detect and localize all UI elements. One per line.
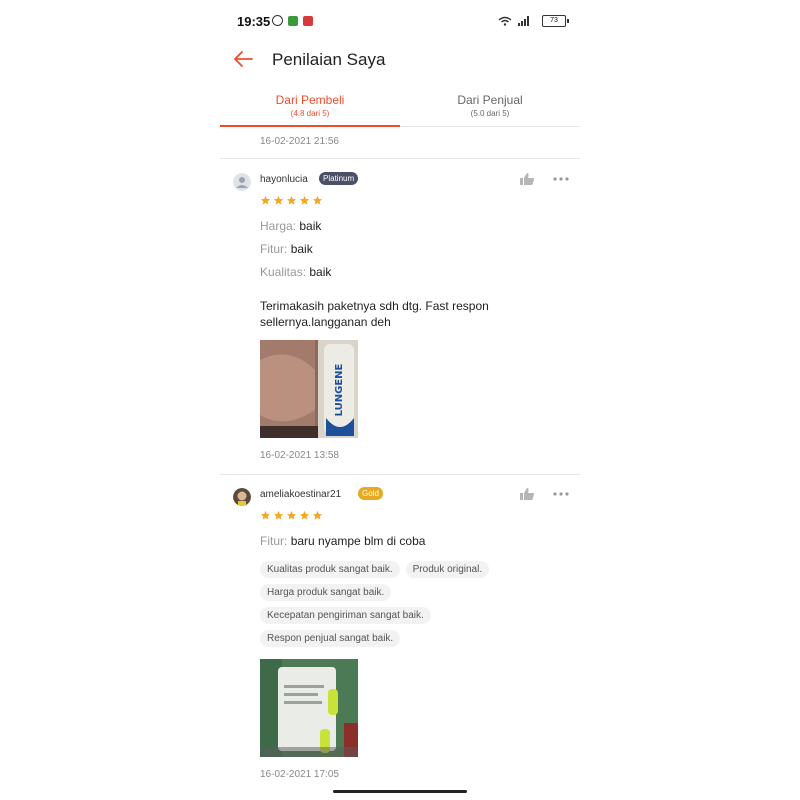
attribute-key: Harga: (260, 219, 297, 233)
attribute-key: Fitur: (260, 242, 288, 256)
review-tags: Kualitas produk sangat baik. Produk orig… (260, 561, 560, 647)
review-card: hayonlucia Platinum Harga: baik Fitur: b… (220, 158, 580, 474)
app-header: Penilaian Saya (220, 44, 580, 76)
star-icon (286, 195, 297, 205)
review-photo[interactable]: LUNGENE (260, 340, 358, 438)
tab-label: Dari Penjual (457, 93, 523, 107)
tab-label: Dari Pembeli (275, 93, 345, 107)
star-icon (312, 195, 323, 205)
tab-dari-penjual[interactable]: Dari Penjual (5.0 dari 5) (400, 86, 580, 126)
attribute-value: baik (290, 242, 313, 256)
review-tag: Harga produk sangat baik. (260, 584, 392, 601)
thumbs-up-icon[interactable] (519, 487, 535, 501)
star-icon (273, 510, 284, 520)
reviewer-username: hayonlucia (260, 174, 308, 185)
attribute-value: baik (299, 219, 322, 233)
review-card: ameliakoestinar21 Gold Fitur: baru nyamp… (220, 474, 580, 790)
star-icon (286, 510, 297, 520)
attribute-value: baik (309, 265, 332, 279)
tab-dari-pembeli[interactable]: Dari Pembeli (4.8 dari 5) (220, 86, 400, 127)
review-attribute: Kualitas: baik (260, 265, 331, 279)
review-tag: Kecepatan pengiriman sangat baik. (260, 607, 431, 624)
review-tag: Kualitas produk sangat baik. (260, 561, 400, 578)
review-tag: Respon penjual sangat baik. (260, 630, 401, 647)
review-comment: Terimakasih paketnya sdh dtg. Fast respo… (260, 299, 489, 329)
star-icon (299, 510, 310, 520)
review-timestamp: 16-02-2021 17:05 (260, 769, 339, 780)
status-time: 19:35 (237, 14, 271, 29)
star-icon (260, 195, 271, 205)
avatar (233, 488, 251, 506)
tab-rating: (5.0 dari 5) (470, 109, 510, 118)
product-photo (260, 659, 358, 757)
app-notification-icon (288, 15, 298, 26)
attribute-key: Kualitas: (260, 265, 307, 279)
app-notification-icon (303, 15, 313, 26)
star-icon (312, 510, 323, 520)
star-rating (260, 195, 323, 206)
back-arrow-icon[interactable] (232, 48, 254, 70)
status-icons-right: 73 (498, 15, 569, 27)
active-tab-indicator (220, 125, 400, 127)
star-icon (299, 195, 310, 205)
review-attribute: Harga: baik (260, 219, 321, 233)
review-attribute: Fitur: baru nyampe blm di coba (260, 534, 425, 548)
membership-badge: Gold (358, 487, 383, 500)
wifi-icon (498, 16, 512, 26)
membership-badge: Platinum (319, 172, 359, 185)
star-rating (260, 510, 323, 521)
status-bar: 19:35 73 (220, 10, 580, 32)
tab-rating: (4.8 dari 5) (290, 109, 330, 118)
alarm-icon (272, 15, 283, 26)
product-photo-lungene: LUNGENE (260, 340, 358, 438)
tab-bar: Dari Pembeli (4.8 dari 5) Dari Penjual (… (220, 86, 580, 127)
avatar (233, 173, 251, 191)
review-timestamp: 16-02-2021 13:58 (260, 450, 339, 461)
attribute-key: Fitur: (260, 534, 288, 548)
review-attribute: Fitur: baik (260, 242, 313, 256)
status-icons-left (272, 15, 313, 26)
review-timestamp: 16-02-2021 21:56 (260, 136, 339, 147)
star-icon (273, 195, 284, 205)
review-tag: Produk original. (405, 561, 490, 578)
more-options-icon[interactable] (553, 176, 569, 182)
star-icon (260, 510, 271, 520)
thumbs-up-icon[interactable] (519, 172, 535, 186)
home-indicator[interactable] (333, 790, 467, 793)
signal-icon (518, 16, 536, 26)
review-photo[interactable] (260, 659, 358, 757)
more-options-icon[interactable] (553, 491, 569, 497)
page-title: Penilaian Saya (272, 50, 386, 69)
photo-label: LUNGENE (334, 363, 345, 416)
battery-icon: 73 (542, 15, 569, 27)
reviewer-username: ameliakoestinar21 (260, 489, 342, 500)
review-screen: 19:35 73 Penilaian Saya Dari Pembeli (4.… (220, 0, 580, 800)
attribute-value: baru nyampe blm di coba (290, 534, 426, 548)
